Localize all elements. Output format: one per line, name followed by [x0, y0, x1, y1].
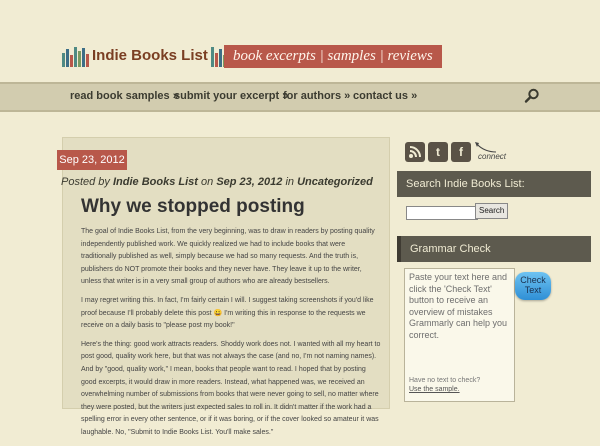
byline-prefix: Posted by — [61, 176, 110, 188]
post-body: The goal of Indie Books List, from the v… — [81, 226, 381, 446]
connect-label: connect — [478, 152, 507, 161]
grammar-sample-link[interactable]: Use the sample. — [409, 385, 480, 394]
site-tagline: book excerpts | samples | reviews — [224, 45, 442, 68]
search-widget-title: Search Indie Books List: — [397, 171, 591, 197]
post-paragraph: Here's the thing: good work attracts rea… — [81, 340, 381, 436]
post-paragraph: The goal of Indie Books List, from the v… — [81, 228, 375, 286]
check-text-button[interactable]: Check Text — [515, 272, 551, 300]
facebook-icon[interactable]: f — [451, 142, 471, 162]
post-byline: Posted by Indie Books List on Sep 23, 20… — [61, 176, 373, 188]
nav-read-book-samples[interactable]: read book samples » — [70, 90, 179, 102]
search-input[interactable] — [406, 206, 478, 220]
byline-category[interactable]: Uncategorized — [297, 176, 373, 188]
twitter-icon[interactable]: t — [428, 142, 448, 162]
nav-for-authors[interactable]: for authors » — [283, 90, 350, 102]
byline-in: in — [285, 176, 295, 188]
logo-text: Indie Books List — [92, 47, 208, 64]
post-title[interactable]: Why we stopped posting — [81, 196, 305, 218]
byline-on: on — [201, 176, 214, 188]
grammar-note: Have no text to check? Use the sample. — [409, 376, 480, 394]
grammar-placeholder: Paste your text here and click the 'Chec… — [409, 272, 508, 340]
search-button[interactable]: Search — [475, 203, 509, 219]
post-date-badge: Sep 23, 2012 — [57, 150, 127, 170]
site-logo[interactable]: Indie Books List — [62, 45, 234, 67]
nav-submit-excerpt[interactable]: submit your excerpt » — [174, 90, 288, 102]
byline-date[interactable]: Sep 23, 2012 — [216, 176, 282, 188]
byline-author[interactable]: Indie Books List — [113, 176, 198, 188]
main-nav: read book samples » submit your excerpt … — [0, 82, 600, 112]
social-links: t f — [405, 142, 471, 162]
grammar-note-text: Have no text to check? — [409, 377, 481, 384]
post-paragraph: I may regret writing this. In fact, I'm … — [81, 296, 374, 330]
search-icon[interactable] — [524, 88, 540, 104]
rss-icon[interactable] — [405, 142, 425, 162]
books-icon — [62, 45, 89, 67]
nav-contact-us[interactable]: contact us » — [353, 90, 417, 102]
grammar-widget-title: Grammar Check — [397, 236, 591, 262]
